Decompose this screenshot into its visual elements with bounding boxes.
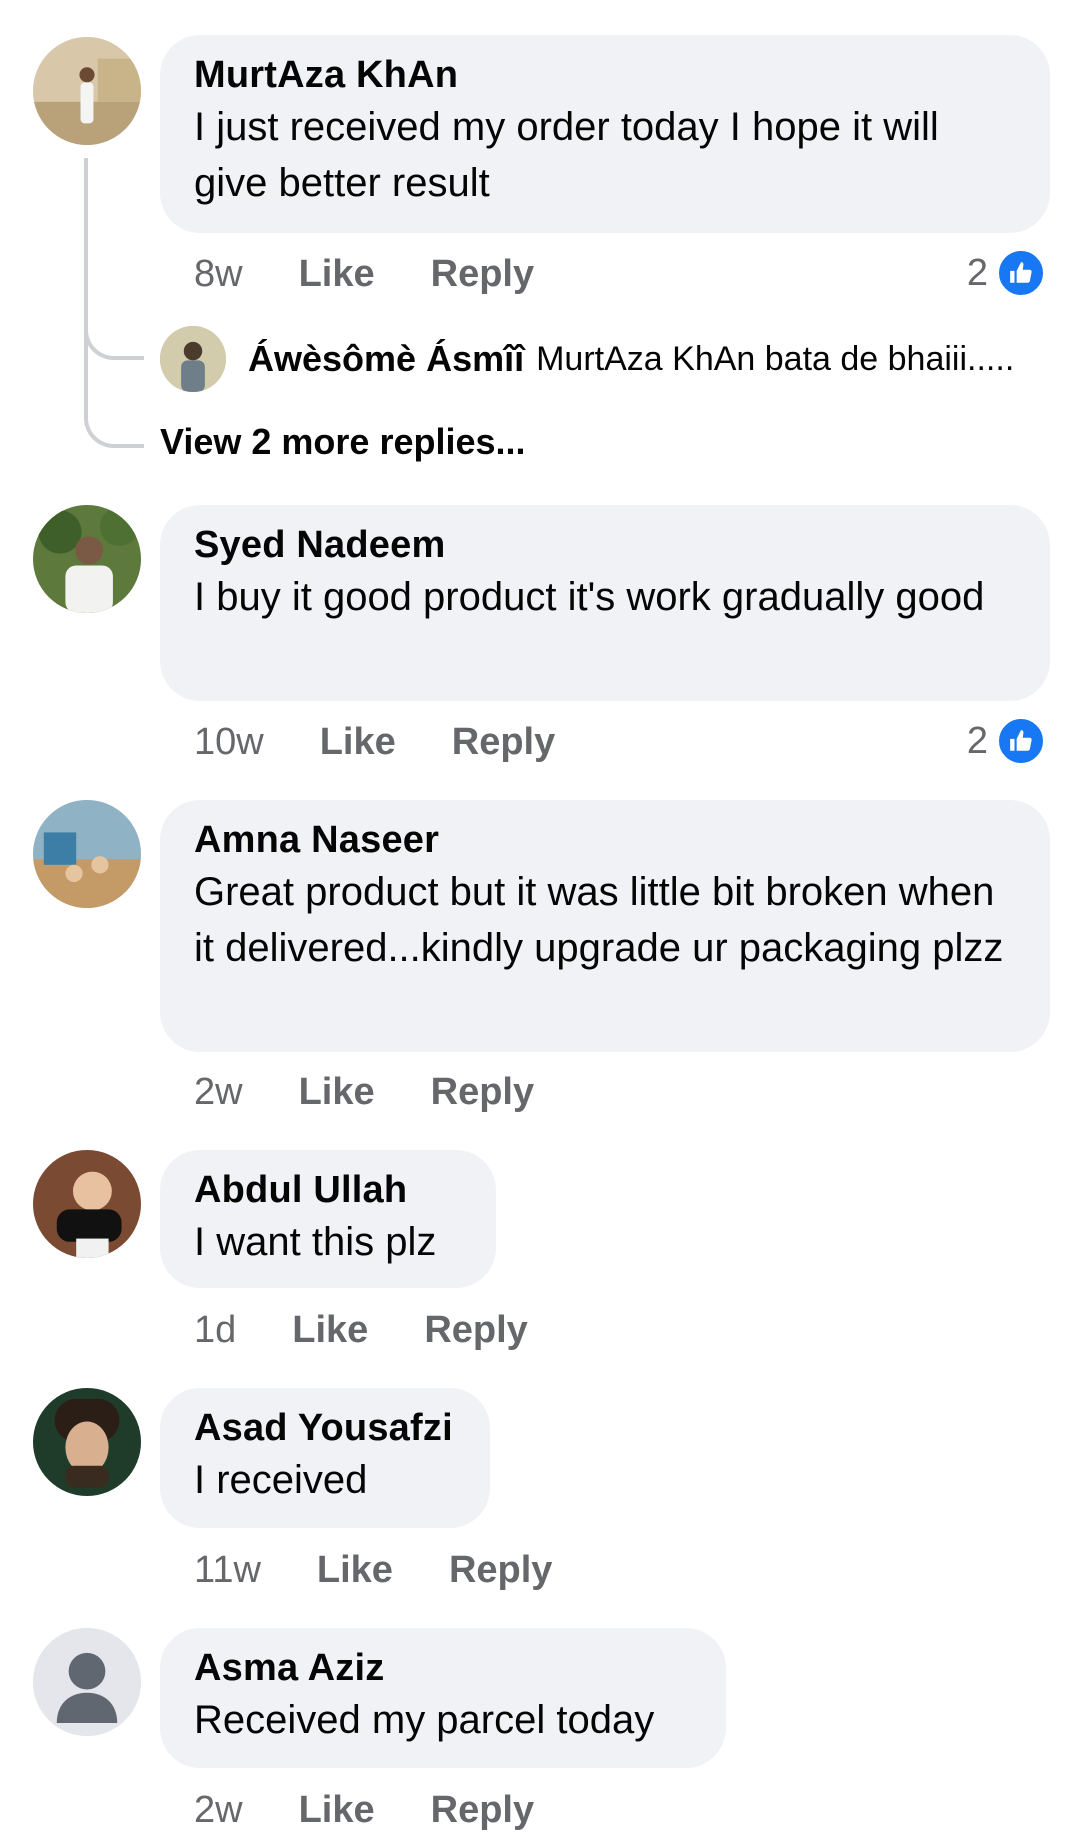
comment-actions: 2w Like Reply — [194, 1068, 534, 1116]
like-button[interactable]: Like — [320, 718, 396, 766]
avatar-photo — [160, 326, 226, 392]
person-silhouette-icon — [33, 1628, 141, 1736]
avatar[interactable] — [33, 1388, 141, 1496]
reaction-count: 2 — [966, 252, 988, 294]
comment-text: Great product but it was little bit brok… — [194, 870, 1004, 970]
comment-actions: 11w Like Reply — [194, 1546, 552, 1594]
comment-text: Received my parcel today — [194, 1698, 655, 1742]
comment-bubble: MurtAza KhAn I just received my order to… — [160, 35, 1050, 233]
comment-actions: 1d Like Reply — [194, 1306, 528, 1354]
thread-connector-branch — [84, 300, 144, 360]
reply-button[interactable]: Reply — [449, 1546, 552, 1594]
comment-bubble: Syed Nadeem I buy it good product it's w… — [160, 505, 1050, 701]
reply-text: MurtAza KhAn bata de bhaiii..... — [536, 339, 1015, 378]
comment-age[interactable]: 10w — [194, 718, 264, 766]
reply-author[interactable]: Áwèsômè Ásmîî — [248, 338, 524, 380]
avatar[interactable] — [33, 800, 141, 908]
avatar-photo — [33, 37, 141, 145]
like-button[interactable]: Like — [299, 250, 375, 298]
thumbs-up-icon — [996, 716, 1046, 766]
like-button[interactable]: Like — [292, 1306, 368, 1354]
avatar-photo — [33, 800, 141, 908]
comment-bubble: Amna Naseer Great product but it was lit… — [160, 800, 1050, 1052]
thumbs-up-icon — [996, 248, 1046, 298]
avatar[interactable] — [33, 505, 141, 613]
reaction-summary[interactable]: 2 — [967, 248, 1046, 298]
like-button[interactable]: Like — [299, 1068, 375, 1116]
reply-button[interactable]: Reply — [431, 250, 534, 298]
comment-actions: 2w Like Reply — [194, 1786, 534, 1834]
reply-button[interactable]: Reply — [452, 718, 555, 766]
comment-text: I buy it good product it's work graduall… — [194, 575, 985, 619]
comment-author[interactable]: Asma Aziz — [194, 1644, 692, 1692]
comment-author[interactable]: MurtAza KhAn — [194, 51, 1016, 99]
avatar-photo — [33, 1388, 141, 1496]
avatar-photo — [33, 1150, 141, 1258]
comment-age[interactable]: 1d — [194, 1306, 236, 1354]
comment-age[interactable]: 2w — [194, 1786, 243, 1834]
avatar-photo — [33, 505, 141, 613]
comment-bubble: Asad Yousafzi I received — [160, 1388, 490, 1528]
reply-button[interactable]: Reply — [424, 1306, 527, 1354]
comment-author[interactable]: Abdul Ullah — [194, 1166, 462, 1214]
comment-author[interactable]: Asad Yousafzi — [194, 1404, 456, 1452]
avatar[interactable] — [33, 37, 141, 145]
comment-text: I received — [194, 1458, 368, 1502]
comment-text: I want this plz — [194, 1220, 437, 1264]
comment-bubble: Abdul Ullah I want this plz — [160, 1150, 496, 1288]
comment-age[interactable]: 8w — [194, 250, 243, 298]
view-more-replies-link[interactable]: View 2 more replies... — [160, 418, 526, 466]
reaction-count: 2 — [966, 720, 988, 762]
reply-preview[interactable]: Áwèsômè Ásmîî MurtAza KhAn bata de bhaii… — [160, 326, 1014, 392]
avatar[interactable] — [160, 326, 226, 392]
comment-actions: 10w Like Reply — [194, 718, 555, 766]
like-button[interactable]: Like — [299, 1786, 375, 1834]
avatar[interactable] — [33, 1628, 141, 1736]
comment-bubble: Asma Aziz Received my parcel today — [160, 1628, 726, 1768]
comment-age[interactable]: 2w — [194, 1068, 243, 1116]
comment-author[interactable]: Amna Naseer — [194, 816, 1016, 864]
reaction-summary[interactable]: 2 — [967, 716, 1046, 766]
reply-button[interactable]: Reply — [431, 1786, 534, 1834]
avatar[interactable] — [33, 1150, 141, 1258]
comment-actions: 8w Like Reply — [194, 250, 534, 298]
comment-age[interactable]: 11w — [194, 1546, 261, 1594]
reply-button[interactable]: Reply — [431, 1068, 534, 1116]
like-button[interactable]: Like — [317, 1546, 393, 1594]
comment-author[interactable]: Syed Nadeem — [194, 521, 1016, 569]
comment-text: I just received my order today I hope it… — [194, 105, 939, 205]
